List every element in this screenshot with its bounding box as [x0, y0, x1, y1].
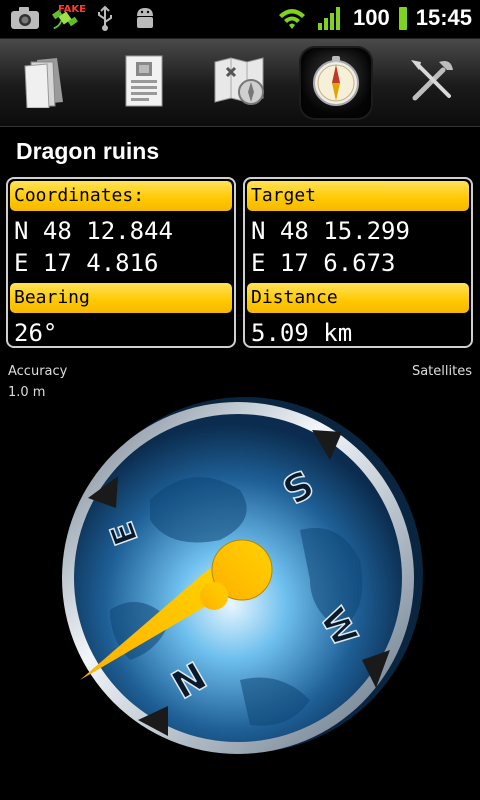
map-icon — [213, 54, 267, 112]
current-latitude: N 48 12.844 — [14, 217, 173, 245]
signal-icon — [315, 4, 345, 32]
coordinates-panel: Coordinates: N 48 12.844 E 17 4.816 Bear… — [6, 177, 236, 348]
clock: 15:45 — [415, 5, 472, 30]
tab-details[interactable] — [109, 48, 179, 118]
compass-dial: N E S W — [40, 380, 440, 780]
status-bar-left: FAKE — [10, 4, 160, 32]
status-bar: FAKE 100 15:45 — [0, 0, 480, 39]
wifi-icon — [277, 4, 307, 32]
page-title: Dragon ruins — [16, 138, 160, 164]
target-header: Target — [247, 181, 469, 211]
battery-icon — [398, 4, 408, 32]
tab-map[interactable] — [205, 48, 275, 118]
fake-gps-label: FAKE — [58, 4, 87, 15]
bearing-header: Bearing — [10, 283, 232, 313]
tab-compass[interactable] — [301, 47, 371, 118]
documents-icon — [23, 54, 73, 112]
tools-icon — [407, 56, 457, 110]
current-longitude: E 17 4.816 — [14, 249, 159, 277]
tab-files[interactable] — [13, 48, 83, 118]
target-longitude: E 17 6.673 — [251, 249, 396, 277]
target-latitude: N 48 15.299 — [251, 217, 410, 245]
tab-tools[interactable] — [397, 48, 467, 118]
cache-details-icon — [122, 54, 166, 112]
status-bar-right: 100 15:45 — [277, 4, 472, 32]
target-panel: Target N 48 15.299 E 17 6.673 Distance 5… — [243, 177, 473, 348]
distance-header: Distance — [247, 283, 469, 313]
distance-value: 5.09 km — [251, 319, 353, 347]
satellites-label: Satellites — [411, 364, 472, 379]
android-debug-icon — [130, 4, 160, 32]
accuracy-label: Accuracy — [8, 364, 68, 379]
compass-icon — [311, 54, 361, 112]
camera-icon — [10, 4, 40, 32]
toolbar — [0, 39, 480, 127]
battery-level: 100 — [353, 5, 390, 30]
coordinates-header: Coordinates: — [10, 181, 232, 211]
usb-icon — [90, 4, 120, 32]
bearing-value: 26° — [14, 319, 58, 347]
